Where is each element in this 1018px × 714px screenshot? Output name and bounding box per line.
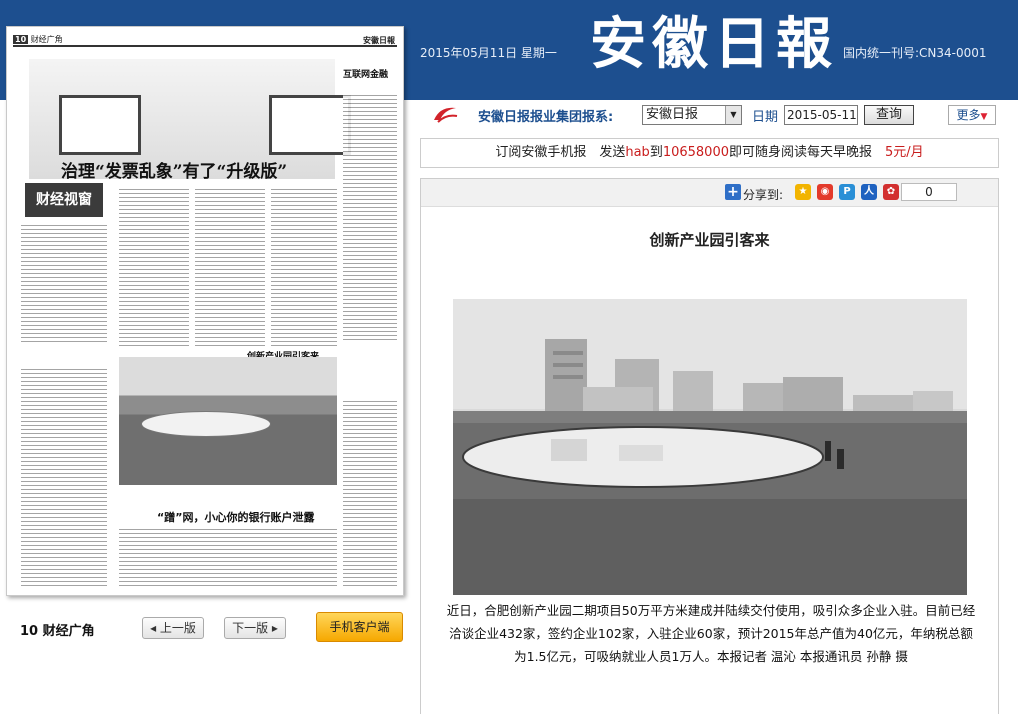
thumbnail-text-column [343, 93, 397, 343]
next-page-label: 下一版 [232, 621, 269, 635]
monitor-graphic [269, 95, 351, 155]
kaixin-icon[interactable]: ✿ [883, 184, 899, 200]
issue-date: 2015年05月11日 星期一 [420, 46, 557, 60]
thumbnail-section: 财经广角 [30, 35, 63, 44]
dropdown-arrow-icon: ▼ [980, 112, 988, 122]
paper-select[interactable]: 安徽日报 ▼ [642, 105, 742, 125]
tencent-weibo-icon[interactable]: P [839, 184, 855, 200]
date-label: 日期 [752, 110, 779, 125]
subscribe-text: 订阅安徽手机报 发送 [495, 145, 626, 160]
next-page-button[interactable]: 下一版 ▸ [224, 617, 286, 639]
renren-icon[interactable]: 人 [861, 184, 877, 200]
prev-page-label: 上一版 [159, 621, 196, 635]
thumbnail-text-column [195, 187, 265, 347]
thumbnail-column-logo: 财经视窗 [25, 183, 103, 217]
edition-search-bar: 安徽日报报业集团报系: 安徽日报 ▼ 日期 2015-05-11 查询 更多▼ [420, 100, 1018, 130]
thumbnail-text-column [119, 527, 337, 589]
newspaper-logo: 安徽日報 [590, 11, 838, 77]
article-photo[interactable] [453, 299, 967, 595]
monitor-graphic [59, 95, 141, 155]
thumbnail-text-column [21, 367, 107, 587]
thumbnail-header: 10 财经广角 安徽日報 [13, 33, 397, 47]
thumbnail-photo[interactable] [119, 357, 337, 485]
subscribe-banner[interactable]: 订阅安徽手机报 发送hab到10658000即可随身阅读每天早晚报 5元/月 [420, 138, 999, 168]
chevron-left-icon: ◂ [150, 621, 160, 635]
more-button[interactable]: 更多▼ [948, 105, 996, 125]
date-input[interactable]: 2015-05-11 [784, 105, 858, 125]
thumbnail-text-column [21, 223, 107, 343]
thumbnail-banner[interactable]: 治理“发票乱象”有了“升级版” [29, 59, 351, 182]
press-group-label: 安徽日报报业集团报系: [478, 110, 614, 125]
chevron-right-icon: ▸ [268, 621, 278, 635]
thumbnail-masthead: 安徽日報 [363, 35, 395, 45]
thumbnail-text-column [343, 399, 397, 589]
share-label: 分享到: [743, 188, 784, 202]
share-count: 0 [901, 183, 957, 201]
thumbnail-page-number: 10 [13, 35, 29, 44]
subscribe-code: hab [625, 145, 650, 160]
share-bar: + 分享到: ★ ◉ P 人 ✿ 0 [421, 179, 998, 207]
thumbnail-text-column [271, 187, 337, 347]
issn-label: 国内统一刊号:CN34-0001 [843, 46, 987, 60]
prev-page-button[interactable]: ◂ 上一版 [142, 617, 204, 639]
current-page-label: 10 财经广角 [20, 624, 95, 639]
qzone-icon[interactable]: ★ [795, 184, 811, 200]
query-button[interactable]: 查询 [864, 105, 914, 125]
thumbnail-side-headline: 互联网金融 [343, 70, 389, 80]
pond-graphic [141, 411, 271, 437]
more-label: 更多 [956, 108, 981, 122]
newspaper-page-thumbnail[interactable]: 10 财经广角 安徽日報 治理“发票乱象”有了“升级版” 互联网金融 财经视窗 … [6, 26, 404, 596]
article-caption: 近日，合肥创新产业园二期项目50万平方米建成并陆续交付使用，吸引众多企业入驻。目… [446, 603, 976, 664]
mobile-client-button[interactable]: 手机客户端 [316, 612, 403, 642]
subscribe-price: 5元/月 [885, 145, 924, 160]
press-group-logo-icon [434, 107, 458, 123]
share-plus-icon[interactable]: + [725, 184, 741, 200]
article-title: 创新产业园引客来 [649, 231, 770, 249]
paper-select-value: 安徽日报 [646, 107, 699, 122]
weibo-icon[interactable]: ◉ [817, 184, 833, 200]
thumbnail-banner-headline: 治理“发票乱象”有了“升级版” [61, 162, 288, 182]
thumbnail-bottom-headline: “蹭”网，小心你的银行账户泄露 [157, 511, 315, 524]
thumbnail-text-column [119, 187, 189, 347]
subscribe-text: 到 [649, 145, 663, 160]
dropdown-arrow-icon: ▼ [725, 106, 741, 124]
article-panel: + 分享到: ★ ◉ P 人 ✿ 0 创新产业园引客来 近日，合肥创新产业园二期… [420, 178, 999, 714]
subscribe-text: 即可随身阅读每天早晚报 [729, 145, 886, 160]
subscribe-number: 10658000 [662, 145, 729, 160]
